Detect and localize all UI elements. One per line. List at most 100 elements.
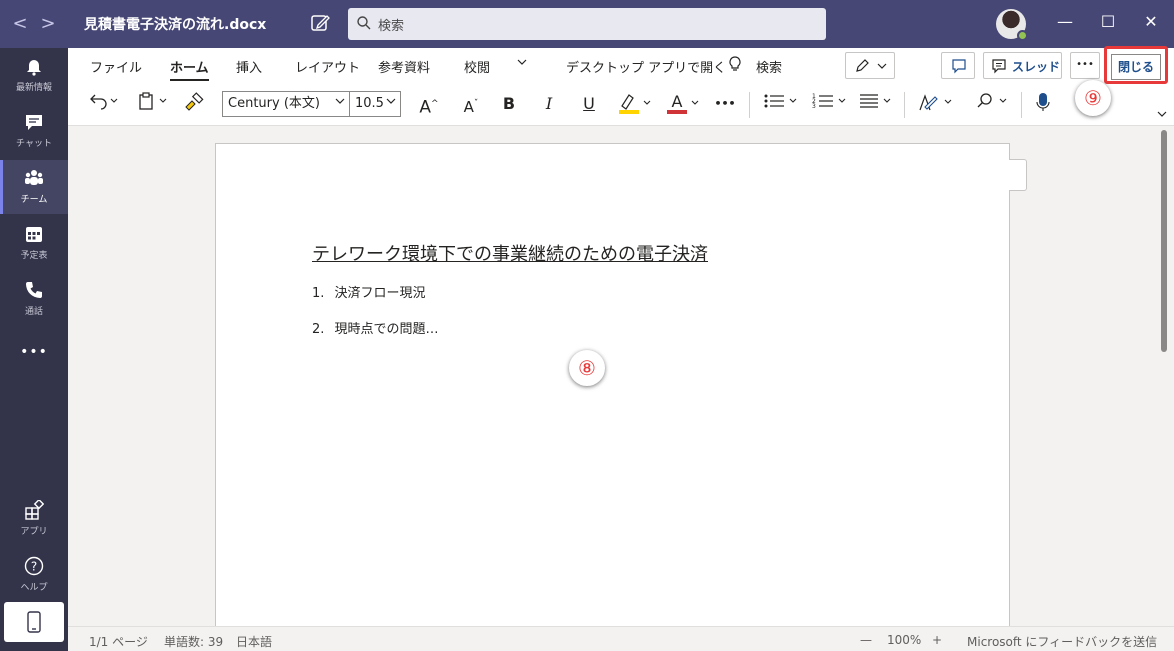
list-number: 1. xyxy=(312,286,325,301)
dictate-microphone-icon[interactable] xyxy=(1031,91,1055,117)
minimize-button[interactable]: — xyxy=(1054,12,1076,34)
word-count: 単語数: 39 xyxy=(164,635,224,649)
more-options-button[interactable]: ••• xyxy=(1070,52,1100,79)
status-bar: 1/1 ページ 単語数: 39 日本語 — 100% + Microsoft に… xyxy=(68,626,1174,651)
tab-references[interactable]: 参考資料 xyxy=(378,57,430,76)
rail-item-chat[interactable]: チャット xyxy=(0,104,68,158)
highlight-color-button[interactable] xyxy=(617,91,657,117)
shrink-font-label: A xyxy=(463,98,474,116)
list-item[interactable]: 1. 決済フロー現況 xyxy=(312,282,426,301)
rail-more-button[interactable]: ••• xyxy=(0,338,68,368)
mobile-icon xyxy=(27,611,41,637)
zoom-in-button[interactable]: + xyxy=(932,633,942,647)
svg-text:3: 3 xyxy=(812,103,816,110)
rail-label-apps: アプリ xyxy=(20,527,48,537)
zoom-out-button[interactable]: — xyxy=(860,633,872,647)
clipboard-button[interactable] xyxy=(134,91,172,117)
document-heading[interactable]: テレワーク環境下での事業継続のための電子決済 xyxy=(312,240,708,266)
bold-button[interactable]: B xyxy=(500,91,518,117)
calendar-icon xyxy=(24,224,44,244)
close-window-button[interactable]: ✕ xyxy=(1140,12,1162,34)
feedback-link[interactable]: Microsoft にフィードバックを送信 xyxy=(967,633,1157,650)
page-count: 1/1 ページ xyxy=(89,635,148,649)
open-desktop-app-link[interactable]: デスクトップ アプリで開く xyxy=(566,57,726,76)
styles-button[interactable] xyxy=(917,91,957,117)
tell-me-search[interactable]: 検索 xyxy=(756,57,782,76)
search-input[interactable]: 検索 xyxy=(348,8,826,40)
title-bar: < > 見積書電子決済の流れ.docx 検索 — ☐ ✕ xyxy=(0,0,1174,48)
avatar[interactable] xyxy=(996,9,1028,41)
rail-label-help: ヘルプ xyxy=(20,583,48,593)
tabs-chevron-down-icon[interactable] xyxy=(516,56,528,72)
chevron-down-icon xyxy=(386,92,396,116)
rail-item-apps[interactable]: アプリ xyxy=(0,492,68,546)
mobile-app-button[interactable] xyxy=(4,602,64,642)
callout-9: ⑨ xyxy=(1075,80,1111,116)
rail-item-calendar[interactable]: 予定表 xyxy=(0,216,68,270)
rail-item-activity[interactable]: 最新情報 xyxy=(0,48,68,102)
phone-icon xyxy=(24,280,44,300)
rail-item-teams[interactable]: チーム xyxy=(0,160,68,214)
search-placeholder: 検索 xyxy=(378,19,405,34)
vertical-scrollbar[interactable] xyxy=(1161,130,1167,352)
tab-file[interactable]: ファイル xyxy=(90,57,142,76)
chevron-down-icon xyxy=(335,92,345,116)
tab-insert[interactable]: 挿入 xyxy=(236,57,262,76)
thread-icon xyxy=(991,58,1007,78)
rail-label-calls: 通話 xyxy=(24,307,43,317)
help-icon: ? xyxy=(24,556,44,576)
rail-item-calls[interactable]: 通話 xyxy=(0,272,68,326)
close-button[interactable]: 閉じる xyxy=(1111,54,1161,80)
shrink-font-button[interactable]: Aˇ xyxy=(460,91,482,117)
app-rail: 最新情報 チャット チーム 予定表 通話 ••• アプリ ? ヘルプ xyxy=(0,48,68,651)
forward-button[interactable]: > xyxy=(38,13,58,34)
list-text: 決済フロー現況 xyxy=(334,286,426,301)
tab-home[interactable]: ホーム xyxy=(170,57,209,81)
comment-icon xyxy=(951,58,967,78)
more-icon: ••• xyxy=(20,344,48,360)
more-font-options-button[interactable]: ••• xyxy=(713,91,737,117)
compose-icon[interactable] xyxy=(309,12,331,34)
find-button[interactable] xyxy=(974,91,1014,117)
svg-text:?: ? xyxy=(31,560,37,574)
italic-button[interactable]: I xyxy=(540,91,558,117)
format-painter-icon[interactable] xyxy=(181,91,207,117)
separator xyxy=(749,92,750,118)
comments-button[interactable] xyxy=(941,52,975,79)
search-icon xyxy=(356,15,372,31)
rail-label-teams: チーム xyxy=(20,195,48,205)
apps-icon xyxy=(24,498,45,520)
alignment-button[interactable] xyxy=(858,91,898,117)
language-indicator[interactable]: 日本語 xyxy=(236,633,272,650)
list-text: 現時点での問題… xyxy=(334,322,439,337)
numbering-button[interactable]: 123 xyxy=(811,91,851,117)
tab-layout[interactable]: レイアウト xyxy=(295,57,360,76)
list-item[interactable]: 2. 現時点での問題… xyxy=(312,318,439,337)
pencil-icon xyxy=(854,58,870,78)
back-button[interactable]: < xyxy=(10,13,30,34)
rail-label-activity: 最新情報 xyxy=(15,83,52,93)
tab-review[interactable]: 校閲 xyxy=(464,57,490,76)
grow-font-label: A xyxy=(419,97,432,118)
zoom-level[interactable]: 100% xyxy=(887,633,921,647)
bullets-button[interactable] xyxy=(762,91,802,117)
font-name-select[interactable]: Century (本文) xyxy=(222,91,350,117)
document-page[interactable] xyxy=(215,143,1010,626)
teams-icon xyxy=(24,168,44,188)
separator xyxy=(904,92,905,118)
rail-label-chat: チャット xyxy=(16,139,52,149)
grow-font-button[interactable]: A^ xyxy=(418,91,440,118)
undo-button[interactable] xyxy=(86,91,122,117)
collapse-ribbon-chevron-icon[interactable] xyxy=(1155,104,1169,124)
font-color-button[interactable]: A xyxy=(665,91,705,117)
bell-icon xyxy=(24,56,44,76)
underline-button[interactable]: U xyxy=(580,91,598,117)
document-title: 見積書電子決済の流れ.docx xyxy=(84,17,267,33)
chat-icon xyxy=(24,112,44,132)
rail-item-help[interactable]: ? ヘルプ xyxy=(0,548,68,602)
font-size-select[interactable]: 10.5 xyxy=(349,91,401,117)
maximize-button[interactable]: ☐ xyxy=(1097,12,1119,34)
editing-mode-button[interactable] xyxy=(845,52,895,79)
thread-button[interactable]: スレッド xyxy=(983,52,1062,79)
svg-text:A: A xyxy=(672,92,683,111)
